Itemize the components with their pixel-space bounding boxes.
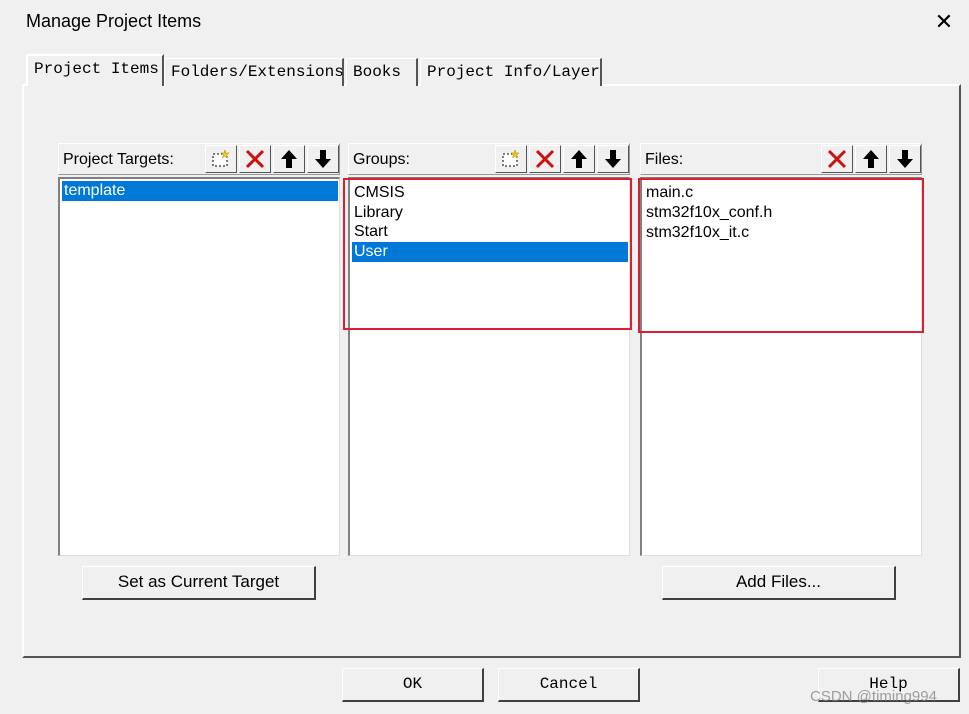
list-item[interactable]: template <box>62 181 338 201</box>
move-group-down-button[interactable] <box>597 145 629 173</box>
delete-file-button[interactable] <box>821 145 853 173</box>
set-current-target-button[interactable]: Set as Current Target <box>82 566 316 600</box>
ok-button[interactable]: OK <box>342 668 484 702</box>
tab-books[interactable]: Books <box>346 58 418 86</box>
watermark: CSDN @timing994 <box>810 688 937 705</box>
move-group-up-button[interactable] <box>563 145 595 173</box>
window-title: Manage Project Items <box>26 11 202 31</box>
add-files-button[interactable]: Add Files... <box>662 566 896 600</box>
move-up-icon <box>571 150 587 168</box>
new-icon <box>212 149 230 167</box>
delete-group-button[interactable] <box>529 145 561 173</box>
delete-icon <box>827 149 847 169</box>
move-up-icon <box>863 150 879 168</box>
move-up-icon <box>281 150 297 168</box>
delete-icon <box>245 149 265 169</box>
delete-target-button[interactable] <box>239 145 271 173</box>
tab-project-items[interactable]: Project Items <box>26 54 164 86</box>
move-down-icon <box>605 150 621 168</box>
files-label: Files: <box>645 151 684 168</box>
move-target-up-button[interactable] <box>273 145 305 173</box>
targets-list[interactable]: template <box>58 177 340 556</box>
files-header: Files: <box>640 143 922 175</box>
move-file-up-button[interactable] <box>855 145 887 173</box>
delete-icon <box>535 149 555 169</box>
tab-folders-extensions[interactable]: Folders/Extensions <box>164 58 344 86</box>
targets-header: Project Targets: <box>58 143 340 175</box>
groups-label: Groups: <box>353 151 410 168</box>
new-target-button[interactable] <box>205 145 237 173</box>
close-icon[interactable]: ✕ <box>930 8 958 36</box>
cancel-button[interactable]: Cancel <box>498 668 640 702</box>
targets-label: Project Targets: <box>63 151 174 168</box>
highlight-box-files <box>638 178 924 333</box>
groups-header: Groups: <box>348 143 630 175</box>
highlight-box-groups <box>343 178 632 330</box>
move-down-icon <box>315 150 331 168</box>
tab-project-info-layer[interactable]: Project Info/Layer <box>420 58 602 86</box>
title-bar: Manage Project Items ✕ <box>0 0 969 44</box>
move-down-icon <box>897 150 913 168</box>
move-file-down-button[interactable] <box>889 145 921 173</box>
move-target-down-button[interactable] <box>307 145 339 173</box>
new-icon <box>502 149 520 167</box>
new-group-button[interactable] <box>495 145 527 173</box>
